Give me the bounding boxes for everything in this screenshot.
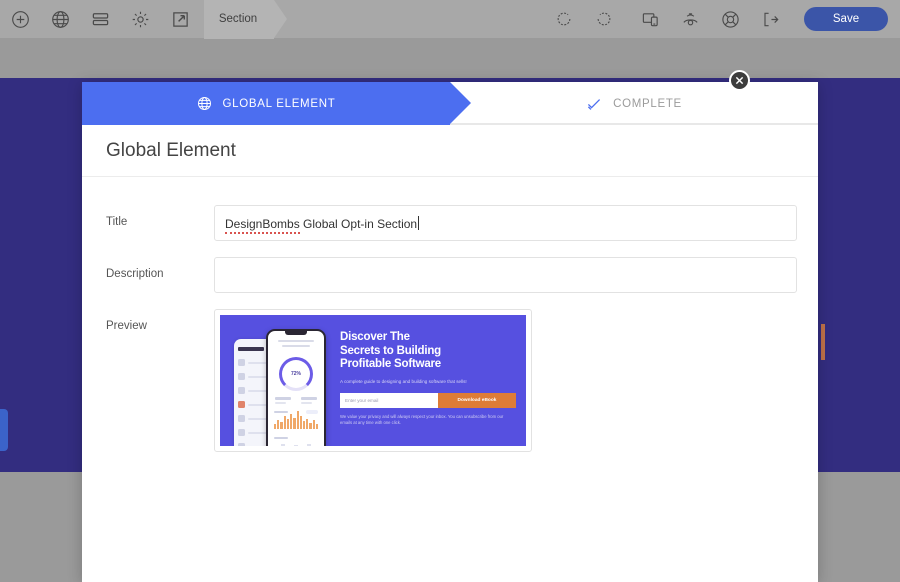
app-root: Section Save GLOBAL ELEMENT COMPLETE Glo… [0,0,900,582]
description-row: Description [106,257,797,293]
top-toolbar: Section Save [0,0,900,39]
preview-headline-line2: Secrets to Building [340,344,441,357]
description-label: Description [106,268,164,280]
title-misspelled-word: DesignBombs [225,216,300,234]
preview-row: Preview 72% Discover The Secrets to Buil… [106,309,794,452]
gauge-value: 72% [290,371,301,377]
phone-notch [285,331,307,335]
exit-icon[interactable] [750,0,790,39]
add-icon[interactable] [0,0,40,39]
title-input[interactable]: DesignBombs Global Opt-in Section [214,205,797,241]
underlying-cta-sliver [821,324,825,360]
step-label-complete: COMPLETE [613,97,682,110]
preview-fine-print: We value your privacy and will always re… [340,413,504,426]
check-icon [586,96,602,112]
preview-headline-line1: Discover The [340,331,410,343]
title-row: Title DesignBombs Global Opt-in Section [106,205,797,241]
text-caret [418,215,420,230]
gear-icon[interactable] [120,0,160,39]
left-edge-tab[interactable] [0,409,8,451]
preview-field-wrap: 72% Discover The Secrets to Building Pro… [214,309,794,452]
title-label: Title [106,216,128,228]
step-complete[interactable]: COMPLETE [450,82,818,125]
section-tab-label: Section [218,13,258,25]
preview-email-input: Enter your email [340,392,438,408]
section-tab[interactable]: Section [204,0,287,39]
responsive-icon[interactable] [630,0,670,39]
page-title: Global Element [106,139,236,161]
preview-thumbnail[interactable]: 72% Discover The Secrets to Building Pro… [214,309,532,452]
global-element-modal: GLOBAL ELEMENT COMPLETE Global Element T… [82,82,818,582]
phone-mockup-front: 72% [266,329,326,446]
undo-icon[interactable] [544,0,584,39]
lifebuoy-help-icon[interactable] [710,0,750,39]
step-global-element[interactable]: GLOBAL ELEMENT [82,82,471,125]
activity-bar-chart [274,411,319,429]
modal-title-bar: Global Element [82,125,818,177]
preview-eye-icon[interactable] [670,0,710,39]
step-label-global-element: GLOBAL ELEMENT [222,97,336,110]
modal-step-nav: GLOBAL ELEMENT COMPLETE [82,82,818,125]
description-field-wrap [214,257,797,293]
globe-icon[interactable] [40,0,80,39]
title-field-wrap: DesignBombs Global Opt-in Section [214,205,797,241]
save-button[interactable]: Save [804,7,888,31]
globe-icon [197,96,212,111]
toolbar-right-group: Save [544,0,900,39]
preview-subtext: A complete guide to designing and buildi… [340,378,467,384]
title-value-rest: Global Opt-in Section [299,216,418,231]
preview-optin-form: Enter your email Download eBook [340,392,516,408]
description-input[interactable] [214,257,797,293]
modal-body: Title DesignBombs Global Opt-in Section … [82,177,818,452]
expand-icon[interactable] [160,0,200,39]
preview-copy-column: Discover The Secrets to Building Profita… [340,331,516,427]
preview-cta-button: Download eBook [438,392,516,408]
preview-label: Preview [106,320,147,332]
preview-image: 72% Discover The Secrets to Building Pro… [220,315,526,446]
preview-headline-line3: Profitable Software [340,358,441,370]
close-icon[interactable] [729,70,750,91]
toolbar-left-group: Section [0,0,287,39]
progress-gauge: 72% [279,357,313,391]
redo-icon[interactable] [584,0,624,39]
layers-icon[interactable] [80,0,120,39]
